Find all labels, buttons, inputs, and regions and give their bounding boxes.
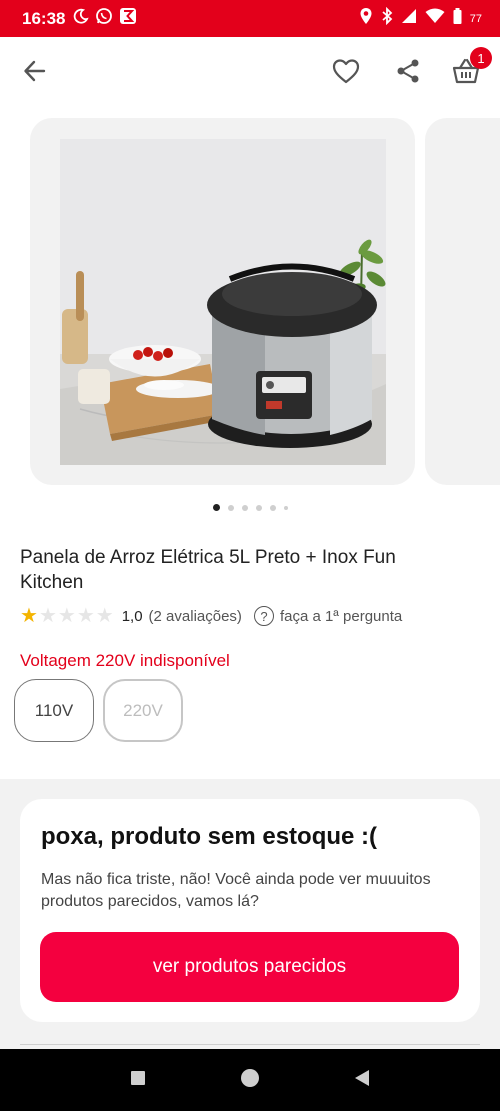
status-bar: 16:38 77 bbox=[0, 0, 500, 37]
signal-icon bbox=[401, 8, 417, 29]
sum-app-icon bbox=[119, 7, 137, 30]
favorite-button[interactable] bbox=[328, 55, 364, 91]
share-icon bbox=[395, 58, 421, 89]
system-back-button[interactable] bbox=[351, 1069, 373, 1091]
recents-button[interactable] bbox=[127, 1069, 149, 1091]
ask-question-label: faça a 1ª pergunta bbox=[279, 607, 403, 625]
arrow-left-icon bbox=[22, 58, 48, 89]
out-of-stock-title: poxa, produto sem estoque :( bbox=[41, 823, 378, 850]
cart-count-badge: 1 bbox=[470, 47, 492, 69]
heart-icon bbox=[332, 58, 360, 89]
system-nav-bar bbox=[0, 1049, 500, 1111]
battery-icon bbox=[453, 8, 462, 29]
voltage-option-220v[interactable]: 220V bbox=[103, 679, 183, 742]
gallery-card-next[interactable] bbox=[425, 118, 500, 485]
star-empty-icon: ★ bbox=[76, 605, 95, 627]
divider bbox=[20, 1044, 480, 1045]
battery-percent: 77 bbox=[469, 12, 482, 25]
out-of-stock-section: poxa, produto sem estoque :( Mas não fic… bbox=[0, 779, 500, 1049]
product-image bbox=[60, 139, 386, 465]
carousel-dot[interactable] bbox=[283, 505, 288, 510]
wifi-icon bbox=[425, 8, 445, 29]
carousel-dot[interactable] bbox=[269, 504, 276, 511]
back-button[interactable] bbox=[17, 55, 53, 91]
location-icon bbox=[359, 7, 373, 30]
see-similar-products-button[interactable]: ver produtos parecidos bbox=[40, 932, 459, 1002]
rating-stars: ★ ★ ★ ★ ★ bbox=[20, 606, 114, 626]
moon-icon bbox=[73, 8, 90, 29]
carousel-dot[interactable] bbox=[255, 504, 262, 511]
app-header: 1 bbox=[0, 37, 500, 109]
rating-value: 1,0 bbox=[121, 607, 143, 625]
out-of-stock-description: Mas não fica triste, não! Você ainda pod… bbox=[41, 871, 431, 910]
carousel-dot[interactable] bbox=[241, 504, 248, 511]
gallery-card[interactable] bbox=[30, 118, 415, 485]
star-empty-icon: ★ bbox=[57, 605, 76, 627]
ask-question-link[interactable]: ? faça a 1ª pergunta bbox=[253, 606, 403, 626]
share-button[interactable] bbox=[390, 55, 426, 91]
cart-button[interactable]: 1 bbox=[448, 47, 492, 91]
carousel-dot[interactable] bbox=[212, 504, 220, 511]
star-empty-icon: ★ bbox=[38, 605, 57, 627]
whatsapp-icon bbox=[95, 7, 113, 30]
product-gallery[interactable] bbox=[0, 118, 500, 486]
voltage-option-110v[interactable]: 110V bbox=[14, 679, 94, 742]
carousel-dots bbox=[0, 504, 500, 511]
home-button[interactable] bbox=[239, 1068, 261, 1093]
rating-row[interactable]: ★ ★ ★ ★ ★ 1,0 (2 avaliações) ? faça a 1ª… bbox=[20, 604, 402, 628]
question-mark-icon: ? bbox=[253, 606, 274, 626]
recents-square-icon bbox=[130, 1070, 146, 1091]
product-title: Panela de Arroz Elétrica 5L Preto + Inox… bbox=[20, 547, 396, 593]
voltage-unavailable-message: Voltagem 220V indisponível bbox=[20, 651, 230, 670]
star-filled-icon: ★ bbox=[20, 605, 38, 627]
out-of-stock-card: poxa, produto sem estoque :( Mas não fic… bbox=[20, 799, 480, 1022]
home-circle-icon bbox=[240, 1068, 260, 1093]
carousel-dot[interactable] bbox=[227, 504, 234, 511]
star-empty-icon: ★ bbox=[95, 605, 114, 627]
back-triangle-icon bbox=[353, 1069, 371, 1092]
rating-count[interactable]: (2 avaliações) bbox=[149, 608, 242, 625]
status-time: 16:38 bbox=[22, 8, 66, 28]
bluetooth-icon bbox=[381, 6, 393, 30]
